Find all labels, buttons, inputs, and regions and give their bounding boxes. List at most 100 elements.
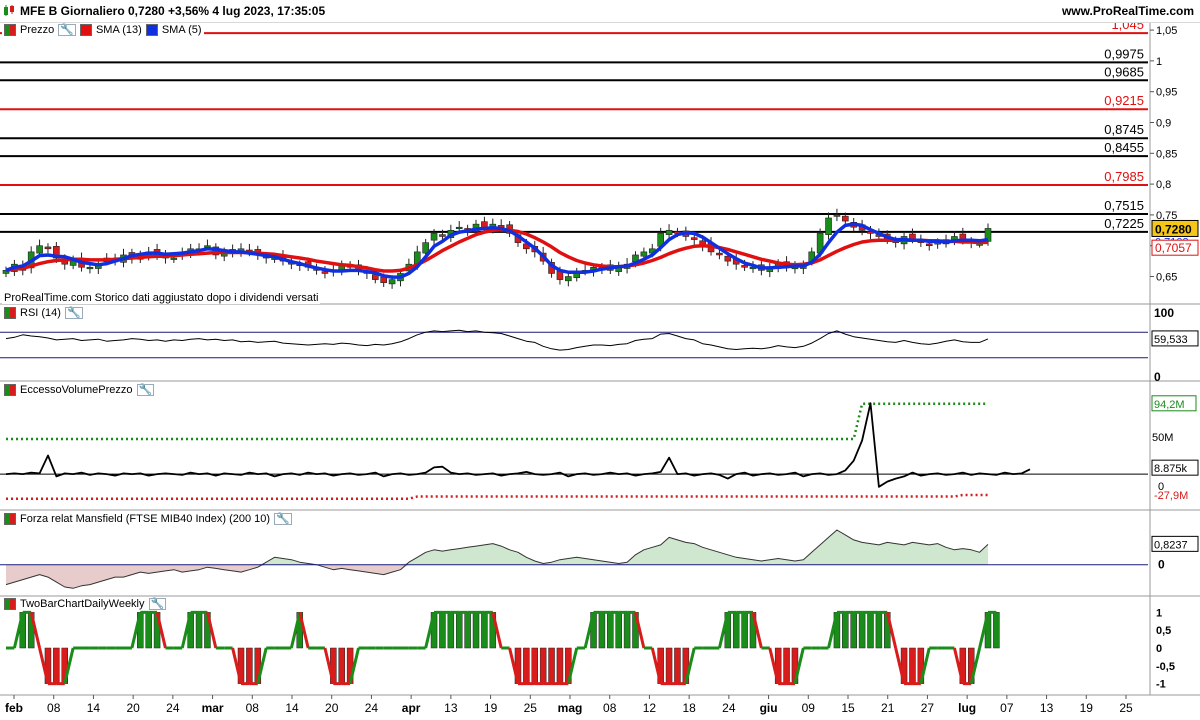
twobar-bar	[858, 612, 866, 649]
twobar-tick-label: 0	[1156, 643, 1162, 655]
title-bar: MFE B Giornaliero 0,7280 +3,56% 4 lug 20…	[0, 0, 1200, 23]
x-tick-label: 13	[444, 701, 458, 715]
price-legend[interactable]: Prezzo 🔧 SMA (13) SMA (5)	[2, 24, 204, 36]
rsi-tick-label: 100	[1154, 306, 1174, 320]
twobar-bar	[539, 647, 547, 684]
twobar-bar	[439, 612, 446, 649]
candle-body	[690, 237, 698, 240]
x-tick-label: feb	[5, 701, 23, 715]
candle-body	[430, 233, 438, 241]
x-tick-label: 08	[246, 701, 260, 715]
sma13-line	[5, 227, 989, 273]
twobar-bar	[472, 612, 480, 649]
x-tick-label: 13	[1040, 701, 1054, 715]
sma5-swatch-icon	[145, 24, 158, 36]
candle-body	[825, 217, 832, 235]
twobar-tick-label: -1	[1156, 679, 1166, 691]
twobar-bar	[556, 647, 564, 684]
candle-body	[86, 266, 94, 270]
twobar-bar	[598, 612, 606, 649]
twobar-bar	[615, 612, 622, 649]
wrench-icon[interactable]: 🔧	[136, 384, 155, 396]
excess-upper-label: 94,2M	[1154, 399, 1185, 411]
price-tick-label: 0,8	[1156, 179, 1171, 191]
twobar-legend[interactable]: TwoBarChartDailyWeekly 🔧	[2, 598, 169, 610]
candle-body	[321, 271, 329, 274]
excess-value-label: 8.875k	[1154, 463, 1188, 475]
x-tick-label: 25	[524, 701, 538, 715]
candle-body	[573, 273, 581, 279]
twobar-bar	[909, 647, 916, 684]
mansfield-negative-area	[6, 564, 988, 589]
wrench-icon[interactable]: 🔧	[64, 307, 83, 319]
twobar-bar	[674, 647, 681, 684]
x-tick-label: 08	[603, 701, 617, 715]
candle-body	[388, 279, 396, 285]
wrench-icon[interactable]: 🔧	[274, 513, 292, 525]
excess-tick-label: 50M	[1152, 432, 1173, 444]
level-label: 0,8455	[1104, 140, 1144, 155]
x-tick-label: 07	[1000, 701, 1014, 715]
last-price-label: 0,7280	[1155, 222, 1192, 236]
candle-body	[455, 226, 463, 230]
twobar-bar	[455, 612, 463, 649]
twobar-bar	[732, 612, 740, 649]
price-tick-label: 1	[1156, 56, 1162, 68]
twobar-bar	[531, 647, 539, 684]
excess-legend[interactable]: EccessoVolumePrezzo 🔧	[2, 384, 157, 396]
sma13-legend-label: SMA (13)	[95, 24, 142, 36]
twobar-bar	[548, 647, 555, 684]
candle-body	[833, 214, 841, 217]
level-label: 0,8745	[1104, 122, 1144, 137]
mansfield-swatch-icon	[4, 513, 16, 525]
twobar-bar	[875, 612, 883, 649]
candle-body	[741, 265, 748, 268]
x-tick-label: 24	[722, 701, 736, 715]
twobar-bar	[464, 612, 471, 649]
x-tick-label: lug	[958, 701, 976, 715]
rsi-line	[5, 329, 989, 351]
twobar-bar	[523, 647, 530, 684]
twobar-bar	[623, 612, 631, 649]
mansfield-legend[interactable]: Forza relat Mansfield (FTSE MIB40 Index)…	[2, 513, 294, 525]
sma5-legend-label: SMA (5)	[161, 24, 202, 36]
mansfield-value-label: 0,8237	[1154, 539, 1188, 551]
x-tick-label: 15	[841, 701, 855, 715]
excess-lower-label: -27,9M	[1154, 490, 1188, 502]
chart-area[interactable]: 1,0510,950,90,850,80,750,70,651,0450,997…	[0, 23, 1200, 720]
wrench-icon[interactable]: 🔧	[148, 598, 167, 610]
x-tick-label: 09	[802, 701, 816, 715]
price-tick-label: 0,95	[1156, 87, 1177, 99]
x-tick-label: 27	[921, 701, 935, 715]
x-tick-label: 14	[285, 701, 299, 715]
candle-body	[842, 215, 849, 222]
twobar-swatch-icon	[4, 598, 16, 610]
x-tick-label: mag	[558, 701, 583, 715]
rsi-legend[interactable]: RSI (14) 🔧	[2, 307, 85, 319]
twobar-bar	[850, 612, 857, 649]
candle-body	[716, 252, 723, 256]
candle-body	[44, 246, 52, 250]
x-tick-label: 24	[166, 701, 180, 715]
excess-legend-label: EccessoVolumePrezzo	[20, 384, 133, 396]
twobar-bar	[246, 647, 253, 684]
level-label: 1,045	[1111, 23, 1144, 32]
chart-title: MFE B Giornaliero 0,7280 +3,56% 4 lug 20…	[20, 4, 326, 18]
watermark-text: ProRealTime.com Storico dati aggiustato …	[4, 292, 319, 304]
wrench-icon[interactable]: 🔧	[58, 24, 76, 36]
twobar-bar	[53, 647, 60, 684]
twobar-bar	[842, 612, 849, 649]
mansfield-legend-label: Forza relat Mansfield (FTSE MIB40 Index)…	[20, 513, 271, 525]
x-tick-label: 25	[1119, 701, 1133, 715]
site-link[interactable]: www.ProRealTime.com	[1062, 4, 1194, 18]
x-tick-label: 20	[126, 701, 140, 715]
sma13-swatch-icon	[79, 24, 92, 36]
price-tick-label: 0,9	[1156, 117, 1171, 129]
x-tick-label: mar	[202, 701, 224, 715]
x-tick-label: 21	[881, 701, 895, 715]
twobar-bar	[607, 612, 614, 649]
candle-body	[36, 245, 43, 254]
mansfield-positive-area	[6, 529, 988, 565]
x-tick-label: 19	[484, 701, 498, 715]
rsi-swatch-icon	[4, 307, 16, 319]
